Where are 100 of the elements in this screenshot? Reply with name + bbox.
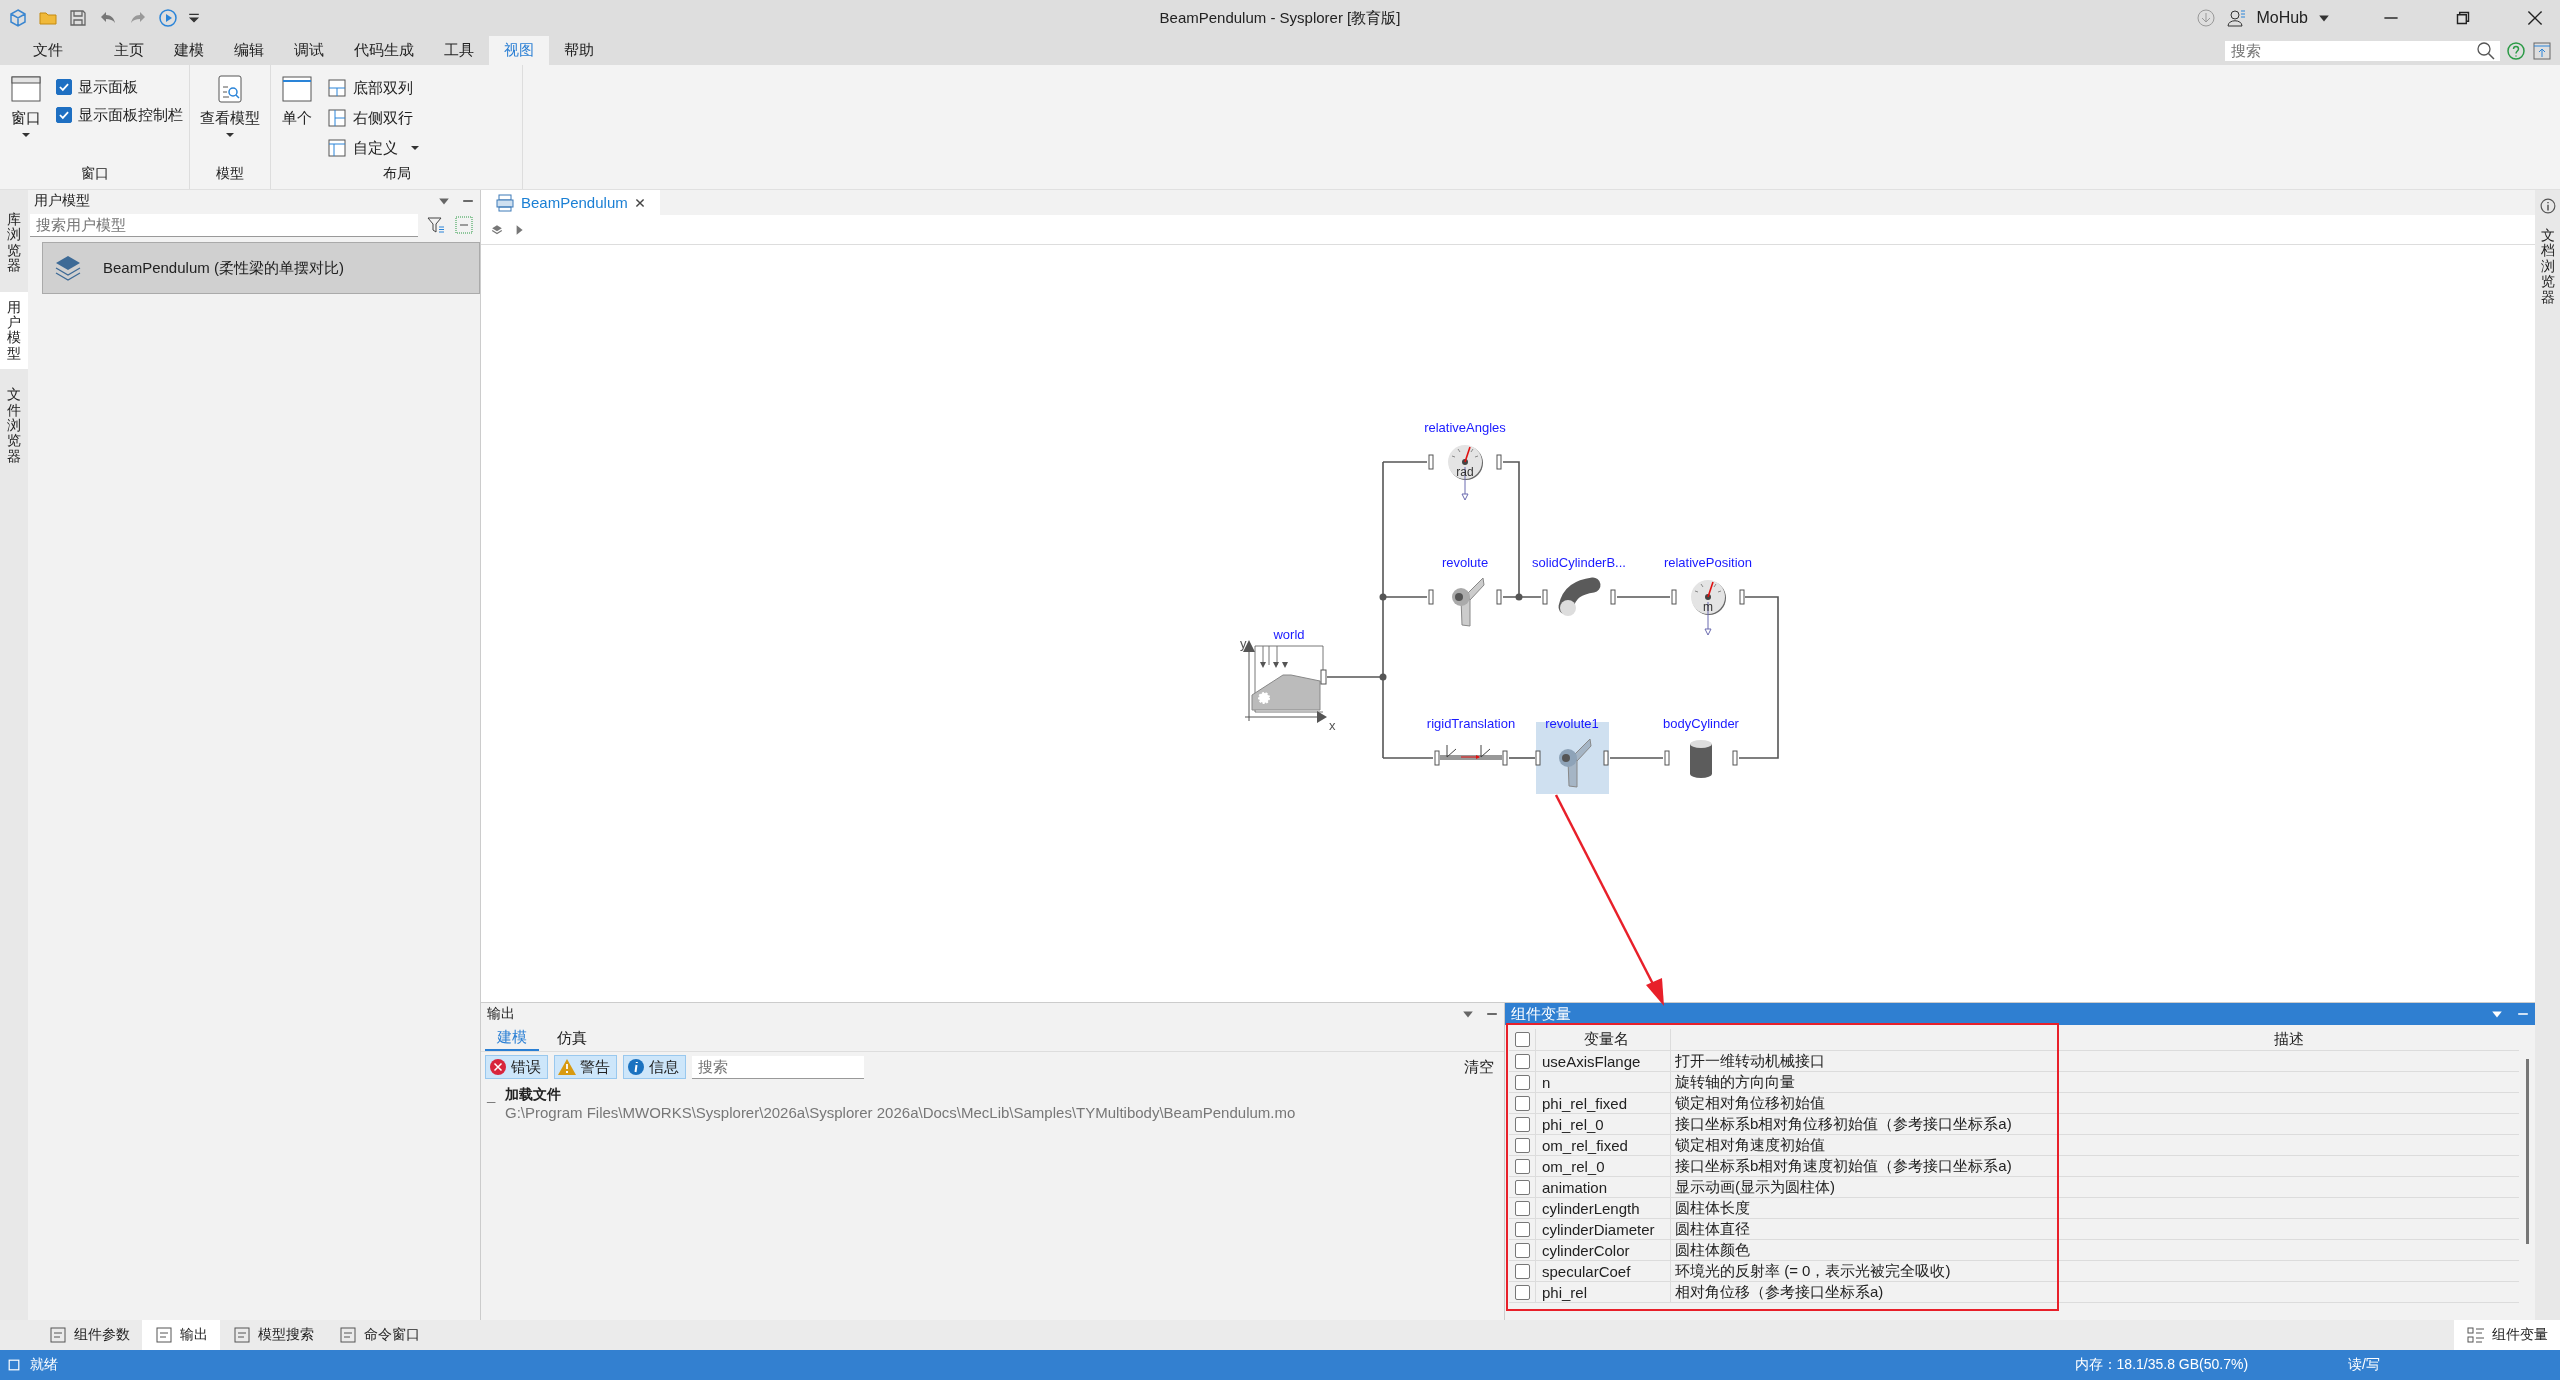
row-checkbox[interactable] <box>1514 1116 1530 1132</box>
ribbon-button[interactable]: 单个 <box>277 73 317 159</box>
menu-tab[interactable]: 主页 <box>99 36 159 65</box>
side-tab[interactable]: 用户模型 <box>0 291 28 370</box>
table-cell: animation <box>1536 1177 1671 1197</box>
filter-button[interactable]: 警告 <box>554 1055 617 1079</box>
caret-icon[interactable] <box>188 12 200 24</box>
menu-tab[interactable]: 调试 <box>279 36 339 65</box>
group-title: 模型 <box>215 165 245 183</box>
window-icon <box>10 73 42 105</box>
panel-tab[interactable]: 组件变量 <box>2454 1320 2560 1350</box>
side-tab[interactable]: 文档浏览器 <box>2540 220 2555 313</box>
table-cell: 打开一维转动机械接口 <box>1671 1051 2058 1071</box>
info-icon[interactable] <box>2539 198 2556 214</box>
user-icon[interactable] <box>2226 8 2247 28</box>
column-header[interactable]: 变量名 <box>1536 1029 1671 1050</box>
table-cell: phi_rel_fixed <box>1536 1093 1671 1113</box>
menu-tab[interactable]: 文件 <box>18 36 99 65</box>
row-checkbox[interactable] <box>1514 1200 1530 1216</box>
search-field[interactable]: 搜索用户模型 <box>30 213 418 237</box>
menu-tab[interactable]: 视图 <box>489 36 549 65</box>
close-icon[interactable] <box>633 196 646 209</box>
menu-tab[interactable]: 帮助 <box>549 36 609 65</box>
menu-tab[interactable]: 代码生成 <box>339 36 429 65</box>
revolute-joint-drawing[interactable] <box>1452 577 1485 627</box>
connection-line <box>1616 596 1671 598</box>
gauge-drawing[interactable] <box>1691 580 1726 636</box>
component-label: revolute1 <box>1545 716 1599 731</box>
revolute-joint-drawing[interactable] <box>1559 738 1592 788</box>
output-tab[interactable]: 仿真 <box>545 1025 599 1051</box>
cylinder-drawing[interactable] <box>1690 740 1712 778</box>
collapse-all-icon[interactable] <box>454 215 474 235</box>
scrollbar-thumb[interactable] <box>2525 1059 2529 1244</box>
model-item[interactable]: BeamPendulum (柔性梁的单摆对比) <box>42 242 480 294</box>
row-checkbox[interactable] <box>1514 1263 1530 1279</box>
row-checkbox[interactable] <box>1514 1284 1530 1300</box>
filter-button[interactable]: 信息 <box>623 1055 686 1079</box>
collapse-toggle[interactable]: _ <box>487 1086 496 1104</box>
row-checkbox[interactable] <box>1514 1074 1530 1090</box>
panel-title: 用户模型 <box>34 192 91 210</box>
bent-cylinder-drawing[interactable] <box>1558 577 1601 616</box>
panel-icon <box>232 1325 252 1345</box>
account-name[interactable]: MoHub <box>2256 9 2308 27</box>
row-checkbox[interactable] <box>1514 1158 1530 1174</box>
save-icon[interactable] <box>68 8 88 28</box>
side-tab[interactable]: 文件浏览器 <box>0 379 28 473</box>
search-icon[interactable] <box>2476 40 2500 61</box>
panel-title: 组件变量 <box>1511 1004 1572 1024</box>
layers-icon[interactable] <box>491 223 503 236</box>
app-logo-icon <box>8 8 28 28</box>
editor-tab[interactable]: BeamPendulum <box>481 190 660 215</box>
side-tab[interactable]: 库浏览器 <box>0 204 28 282</box>
column-header[interactable]: 描述 <box>2058 1029 2519 1050</box>
menu-tab[interactable]: 编辑 <box>219 36 279 65</box>
component-label: bodyCylinder <box>1663 716 1739 731</box>
ribbon-button[interactable]: 自定义 <box>327 133 420 163</box>
row-checkbox[interactable] <box>1514 1179 1530 1195</box>
table-cell: 显示动画(显示为圆柱体) <box>1671 1177 2058 1197</box>
select-all-checkbox[interactable] <box>1514 1032 1530 1047</box>
run-icon[interactable] <box>158 8 178 28</box>
single-pane-icon <box>281 73 313 105</box>
ribbon-button[interactable]: 底部双列 <box>327 73 420 103</box>
table-cell: cylinderDiameter <box>1536 1219 1671 1239</box>
layout-icon <box>327 78 347 98</box>
checkbox[interactable]: 显示面板控制栏 <box>56 101 183 129</box>
menu-tab[interactable]: 工具 <box>429 36 489 65</box>
search-field[interactable]: 搜索 <box>692 1055 864 1079</box>
ribbon-button[interactable]: 窗口 <box>6 73 46 159</box>
panel-tab[interactable]: 模型搜索 <box>220 1320 326 1350</box>
connection-line <box>1609 757 1664 759</box>
panel-tab[interactable]: 命令窗口 <box>326 1320 432 1350</box>
row-checkbox[interactable] <box>1514 1095 1530 1111</box>
component-label: world <box>1273 627 1305 642</box>
log-heading: 加载文件 <box>505 1086 562 1104</box>
filter-button[interactable]: 错误 <box>485 1055 548 1079</box>
filter-icon[interactable] <box>426 215 446 235</box>
output-tab[interactable]: 建模 <box>485 1025 539 1051</box>
search-field[interactable]: 搜索 <box>2225 40 2476 61</box>
panel-tab[interactable]: 组件参数 <box>36 1320 142 1350</box>
panel-icon <box>154 1325 174 1345</box>
axis-label: y <box>1240 636 1247 651</box>
memory-usage: 内存：18.1/35.8 GB(50.7%) <box>2074 1356 2249 1374</box>
checkbox[interactable]: 显示面板 <box>56 73 183 101</box>
table-cell: phi_rel <box>1536 1282 1671 1302</box>
row-checkbox[interactable] <box>1514 1053 1530 1069</box>
ribbon-button[interactable]: 查看模型 <box>196 73 264 159</box>
row-checkbox[interactable] <box>1514 1242 1530 1258</box>
translation-bar-drawing[interactable] <box>1440 744 1502 760</box>
ribbon-button[interactable]: 右侧双行 <box>327 103 420 133</box>
component-label: solidCylinderB... <box>1532 555 1626 570</box>
gauge-drawing[interactable] <box>1448 445 1483 501</box>
help-icon[interactable] <box>2506 40 2526 61</box>
row-checkbox[interactable] <box>1514 1221 1530 1237</box>
clear-button[interactable]: 清空 <box>1464 1057 1500 1077</box>
menu-tab[interactable]: 建模 <box>159 36 219 65</box>
row-checkbox[interactable] <box>1514 1137 1530 1153</box>
panel-tab[interactable]: 输出 <box>142 1320 220 1350</box>
model-icon <box>495 192 515 213</box>
collapse-ribbon-icon[interactable] <box>2532 40 2552 61</box>
warning-icon <box>557 1057 577 1077</box>
